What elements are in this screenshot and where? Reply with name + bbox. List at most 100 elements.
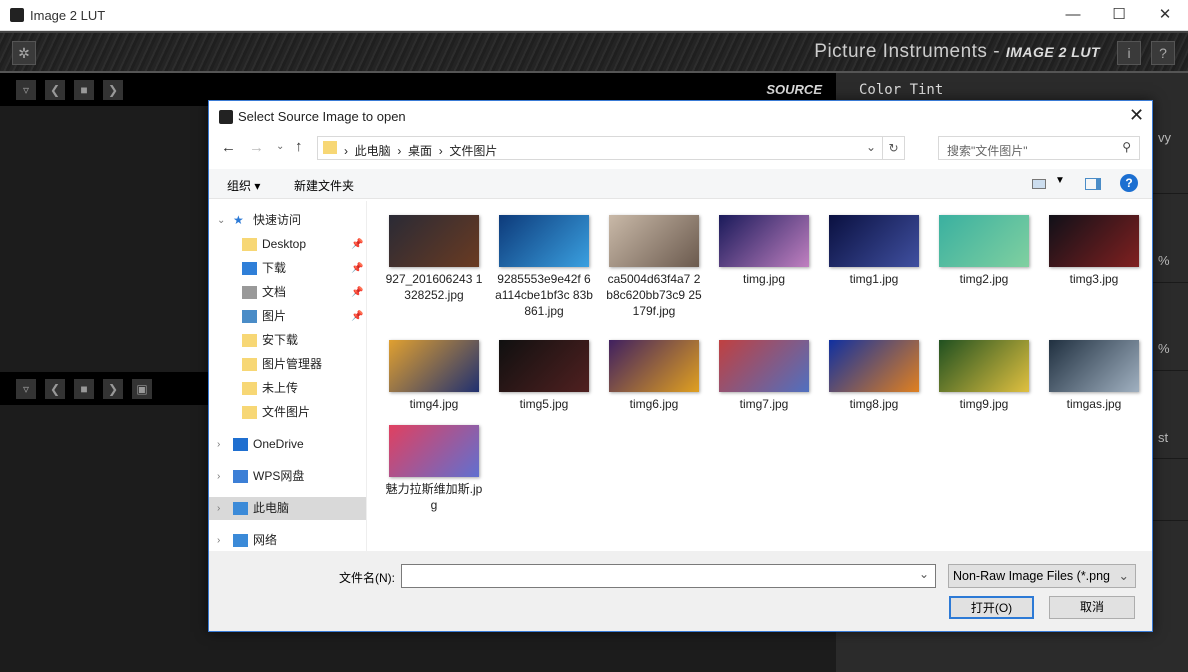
address-bar[interactable]: › 此电脑 › 桌面 › 文件图片 ⌄ ↻ xyxy=(317,136,905,160)
file-item[interactable]: timg6.jpg xyxy=(599,326,709,412)
folder-icon[interactable]: ■ xyxy=(74,379,94,399)
file-thumbnail xyxy=(719,215,809,267)
close-button[interactable]: ✕ xyxy=(1142,0,1188,30)
nav-item[interactable]: 图片管理器 xyxy=(209,353,366,376)
file-item[interactable]: timg2.jpg xyxy=(929,201,1039,287)
load-icon[interactable]: ▿ xyxy=(16,80,36,100)
organize-button[interactable]: 组织 ▾ xyxy=(227,177,260,194)
file-item[interactable]: timg5.jpg xyxy=(489,326,599,412)
minimize-button[interactable]: — xyxy=(1050,0,1096,30)
folder-icon[interactable]: ■ xyxy=(74,80,94,100)
breadcrumb-item[interactable]: 文件图片 xyxy=(449,144,497,158)
file-item[interactable]: timg7.jpg xyxy=(709,326,819,412)
filetype-select[interactable]: Non-Raw Image Files (*.png ⌄ xyxy=(948,564,1136,588)
file-item[interactable]: timgas.jpg xyxy=(1039,326,1149,412)
open-button[interactable]: 打开(O) xyxy=(949,596,1034,619)
search-input[interactable]: 搜索"文件图片" ⚲ xyxy=(938,136,1140,160)
folder-icon xyxy=(242,334,257,347)
file-item[interactable]: timg8.jpg xyxy=(819,326,929,412)
view-icon[interactable] xyxy=(1032,179,1046,189)
refresh-icon[interactable]: ↻ xyxy=(882,137,904,159)
nav-item[interactable]: › 网络 xyxy=(209,529,366,552)
file-thumbnail xyxy=(609,215,699,267)
nav-item[interactable]: Desktop 📌 xyxy=(209,233,366,256)
file-item[interactable]: timg4.jpg xyxy=(379,326,489,412)
cloud-icon xyxy=(233,470,248,483)
next-icon[interactable]: ❯ xyxy=(103,80,123,100)
nav-item[interactable]: › OneDrive xyxy=(209,433,366,456)
nav-item[interactable]: 安下载 xyxy=(209,329,366,352)
previous-icon[interactable]: ❮ xyxy=(45,80,65,100)
file-thumbnail xyxy=(939,340,1029,392)
nav-item[interactable]: 未上传 xyxy=(209,377,366,400)
nav-item-label: 文件图片 xyxy=(262,405,311,419)
folder-icon xyxy=(323,141,337,154)
nav-item[interactable]: 文档 📌 xyxy=(209,281,366,304)
save-icon[interactable]: ▣ xyxy=(132,379,152,399)
file-thumbnail xyxy=(389,215,479,267)
forward-icon[interactable]: → xyxy=(249,139,264,156)
nav-item[interactable]: 图片 📌 xyxy=(209,305,366,328)
file-item[interactable]: timg3.jpg xyxy=(1039,201,1149,287)
label-fragment: % xyxy=(1158,253,1170,268)
nav-item-label: 文档 xyxy=(262,285,287,299)
up-icon[interactable]: ↑ xyxy=(295,138,303,155)
file-name: ca5004d63f4a7 2b8c620bb73c9 25179f.jpg xyxy=(606,272,702,318)
view-dropdown-icon[interactable]: ▼ xyxy=(1055,175,1065,186)
nav-item-label: 下载 xyxy=(262,261,287,275)
label-fragment: % xyxy=(1158,341,1170,356)
file-item[interactable]: timg9.jpg xyxy=(929,326,1039,412)
expand-chevron-icon[interactable]: › xyxy=(217,529,220,552)
nav-item[interactable]: › WPS网盘 xyxy=(209,465,366,488)
previous-icon[interactable]: ❮ xyxy=(45,379,65,399)
file-item[interactable]: 927_201606243 1328252.jpg xyxy=(379,201,489,303)
breadcrumb-item[interactable]: 此电脑 xyxy=(355,144,391,158)
help-icon[interactable]: ? xyxy=(1120,174,1138,192)
expand-chevron-icon[interactable]: › xyxy=(217,433,220,456)
expand-chevron-icon[interactable]: › xyxy=(217,465,220,488)
nav-item[interactable]: › 此电脑 xyxy=(209,497,366,520)
file-item[interactable]: timg1.jpg xyxy=(819,201,929,287)
load-icon[interactable]: ▿ xyxy=(16,379,36,399)
new-folder-button[interactable]: 新建文件夹 xyxy=(294,177,354,194)
expand-chevron-icon[interactable]: › xyxy=(217,497,220,520)
open-file-dialog: Select Source Image to open ✕ ← → ⌄ ↑ › … xyxy=(208,100,1153,632)
cancel-button[interactable]: 取消 xyxy=(1049,596,1135,619)
file-thumbnail xyxy=(609,340,699,392)
file-item[interactable]: 魅力拉斯维加斯.jpg xyxy=(379,411,489,513)
nav-item-label: WPS网盘 xyxy=(253,469,305,483)
expand-chevron-icon[interactable]: ⌄ xyxy=(217,209,225,232)
dialog-close-icon[interactable]: ✕ xyxy=(1129,105,1144,126)
search-placeholder: 搜索"文件图片" xyxy=(947,144,1028,158)
address-dropdown-icon[interactable]: ⌄ xyxy=(866,140,876,154)
file-name: timg6.jpg xyxy=(629,397,679,411)
file-name: 魅力拉斯维加斯.jpg xyxy=(385,482,483,512)
back-icon[interactable]: ← xyxy=(221,139,236,156)
file-item[interactable]: 9285553e9e42f 6a114cbe1bf3c 83b861.jpg xyxy=(489,201,599,319)
maximize-button[interactable]: ☐ xyxy=(1096,0,1142,30)
preview-pane-icon[interactable] xyxy=(1085,178,1101,190)
file-name: timg8.jpg xyxy=(849,397,899,411)
nav-item-label: 未上传 xyxy=(262,381,299,395)
breadcrumb-item[interactable]: 桌面 xyxy=(408,144,432,158)
recent-dropdown-icon[interactable]: ⌄ xyxy=(276,141,284,152)
file-item[interactable]: ca5004d63f4a7 2b8c620bb73c9 25179f.jpg xyxy=(599,201,709,319)
nav-item[interactable]: ⌄ ★ 快速访问 xyxy=(209,209,366,232)
nav-item[interactable]: 文件图片 xyxy=(209,401,366,424)
filename-input[interactable]: ⌄ xyxy=(401,564,936,588)
pin-icon[interactable]: 📌 xyxy=(351,233,363,256)
app-header: ✲ Picture Instruments - IMAGE 2 LUT i ? xyxy=(0,31,1188,73)
nav-item[interactable]: 下载 📌 xyxy=(209,257,366,280)
help-button[interactable]: ? xyxy=(1151,41,1175,65)
label-fragment: vy xyxy=(1158,130,1171,145)
gear-icon[interactable]: ✲ xyxy=(12,41,36,65)
app-icon xyxy=(10,8,24,22)
next-icon[interactable]: ❯ xyxy=(103,379,123,399)
file-item[interactable]: timg.jpg xyxy=(709,201,819,287)
file-name: timg9.jpg xyxy=(959,397,1009,411)
pin-icon[interactable]: 📌 xyxy=(351,305,363,328)
pin-icon[interactable]: 📌 xyxy=(351,281,363,304)
chevron-down-icon[interactable]: ⌄ xyxy=(919,567,929,581)
pin-icon[interactable]: 📌 xyxy=(351,257,363,280)
info-button[interactable]: i xyxy=(1117,41,1141,65)
